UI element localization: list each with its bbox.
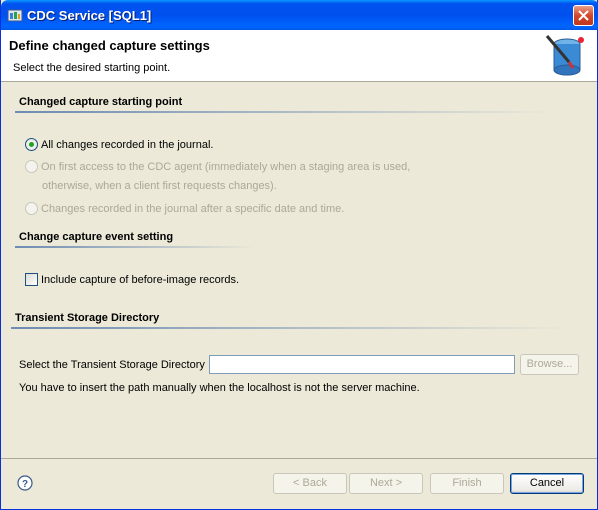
checkbox-label: Include capture of before-image records. <box>41 273 240 286</box>
before-image-checkbox-row[interactable]: Include capture of before-image records. <box>25 273 239 286</box>
radio-label: On first access to the CDC agent (immedi… <box>41 160 411 173</box>
event-setting-section-title: Change capture event setting <box>19 231 174 243</box>
section-divider <box>15 111 555 113</box>
finish-button[interactable]: Finish <box>430 473 504 494</box>
window-title: CDC Service [SQL1] <box>27 8 152 23</box>
close-button[interactable] <box>573 5 594 26</box>
radio-button[interactable] <box>25 160 38 173</box>
close-icon <box>578 10 589 21</box>
radio-label-continuation: otherwise, when a client first requests … <box>42 180 277 192</box>
radio-label: Changes recorded in the journal after a … <box>41 202 345 215</box>
before-image-checkbox[interactable] <box>25 273 38 286</box>
back-button[interactable]: < Back <box>273 473 347 494</box>
transient-directory-input[interactable] <box>209 355 515 374</box>
starting-point-section-title: Changed capture starting point <box>19 96 183 108</box>
transient-note: You have to insert the path manually whe… <box>19 382 420 394</box>
radio-specific-date[interactable]: Changes recorded in the journal after a … <box>25 202 344 215</box>
footer-divider <box>1 458 597 459</box>
section-divider <box>11 327 571 329</box>
transient-directory-label: Select the Transient Storage Directory <box>19 359 205 371</box>
section-divider <box>15 246 255 248</box>
svg-text:?: ? <box>22 479 28 490</box>
page-subtitle: Select the desired starting point. <box>13 62 171 74</box>
transient-section-title: Transient Storage Directory <box>15 312 160 324</box>
cancel-button[interactable]: Cancel <box>510 473 584 494</box>
help-icon[interactable]: ? <box>17 475 33 491</box>
radio-label: All changes recorded in the journal. <box>41 138 214 151</box>
radio-first-access[interactable]: On first access to the CDC agent (immedi… <box>25 160 410 173</box>
title-bar[interactable]: CDC Service [SQL1] <box>1 0 598 30</box>
cdc-service-icon <box>7 9 23 22</box>
radio-button[interactable] <box>25 138 38 151</box>
page-title: Define changed capture settings <box>9 38 210 53</box>
radio-all-changes[interactable]: All changes recorded in the journal. <box>25 138 213 151</box>
radio-button[interactable] <box>25 202 38 215</box>
wizard-window: CDC Service [SQL1] Define changed captur… <box>0 0 598 510</box>
browse-button[interactable]: Browse... <box>520 354 579 375</box>
wizard-header: Define changed capture settings Select t… <box>1 30 597 82</box>
next-button[interactable]: Next > <box>349 473 423 494</box>
wizard-banner-icon <box>545 35 584 76</box>
